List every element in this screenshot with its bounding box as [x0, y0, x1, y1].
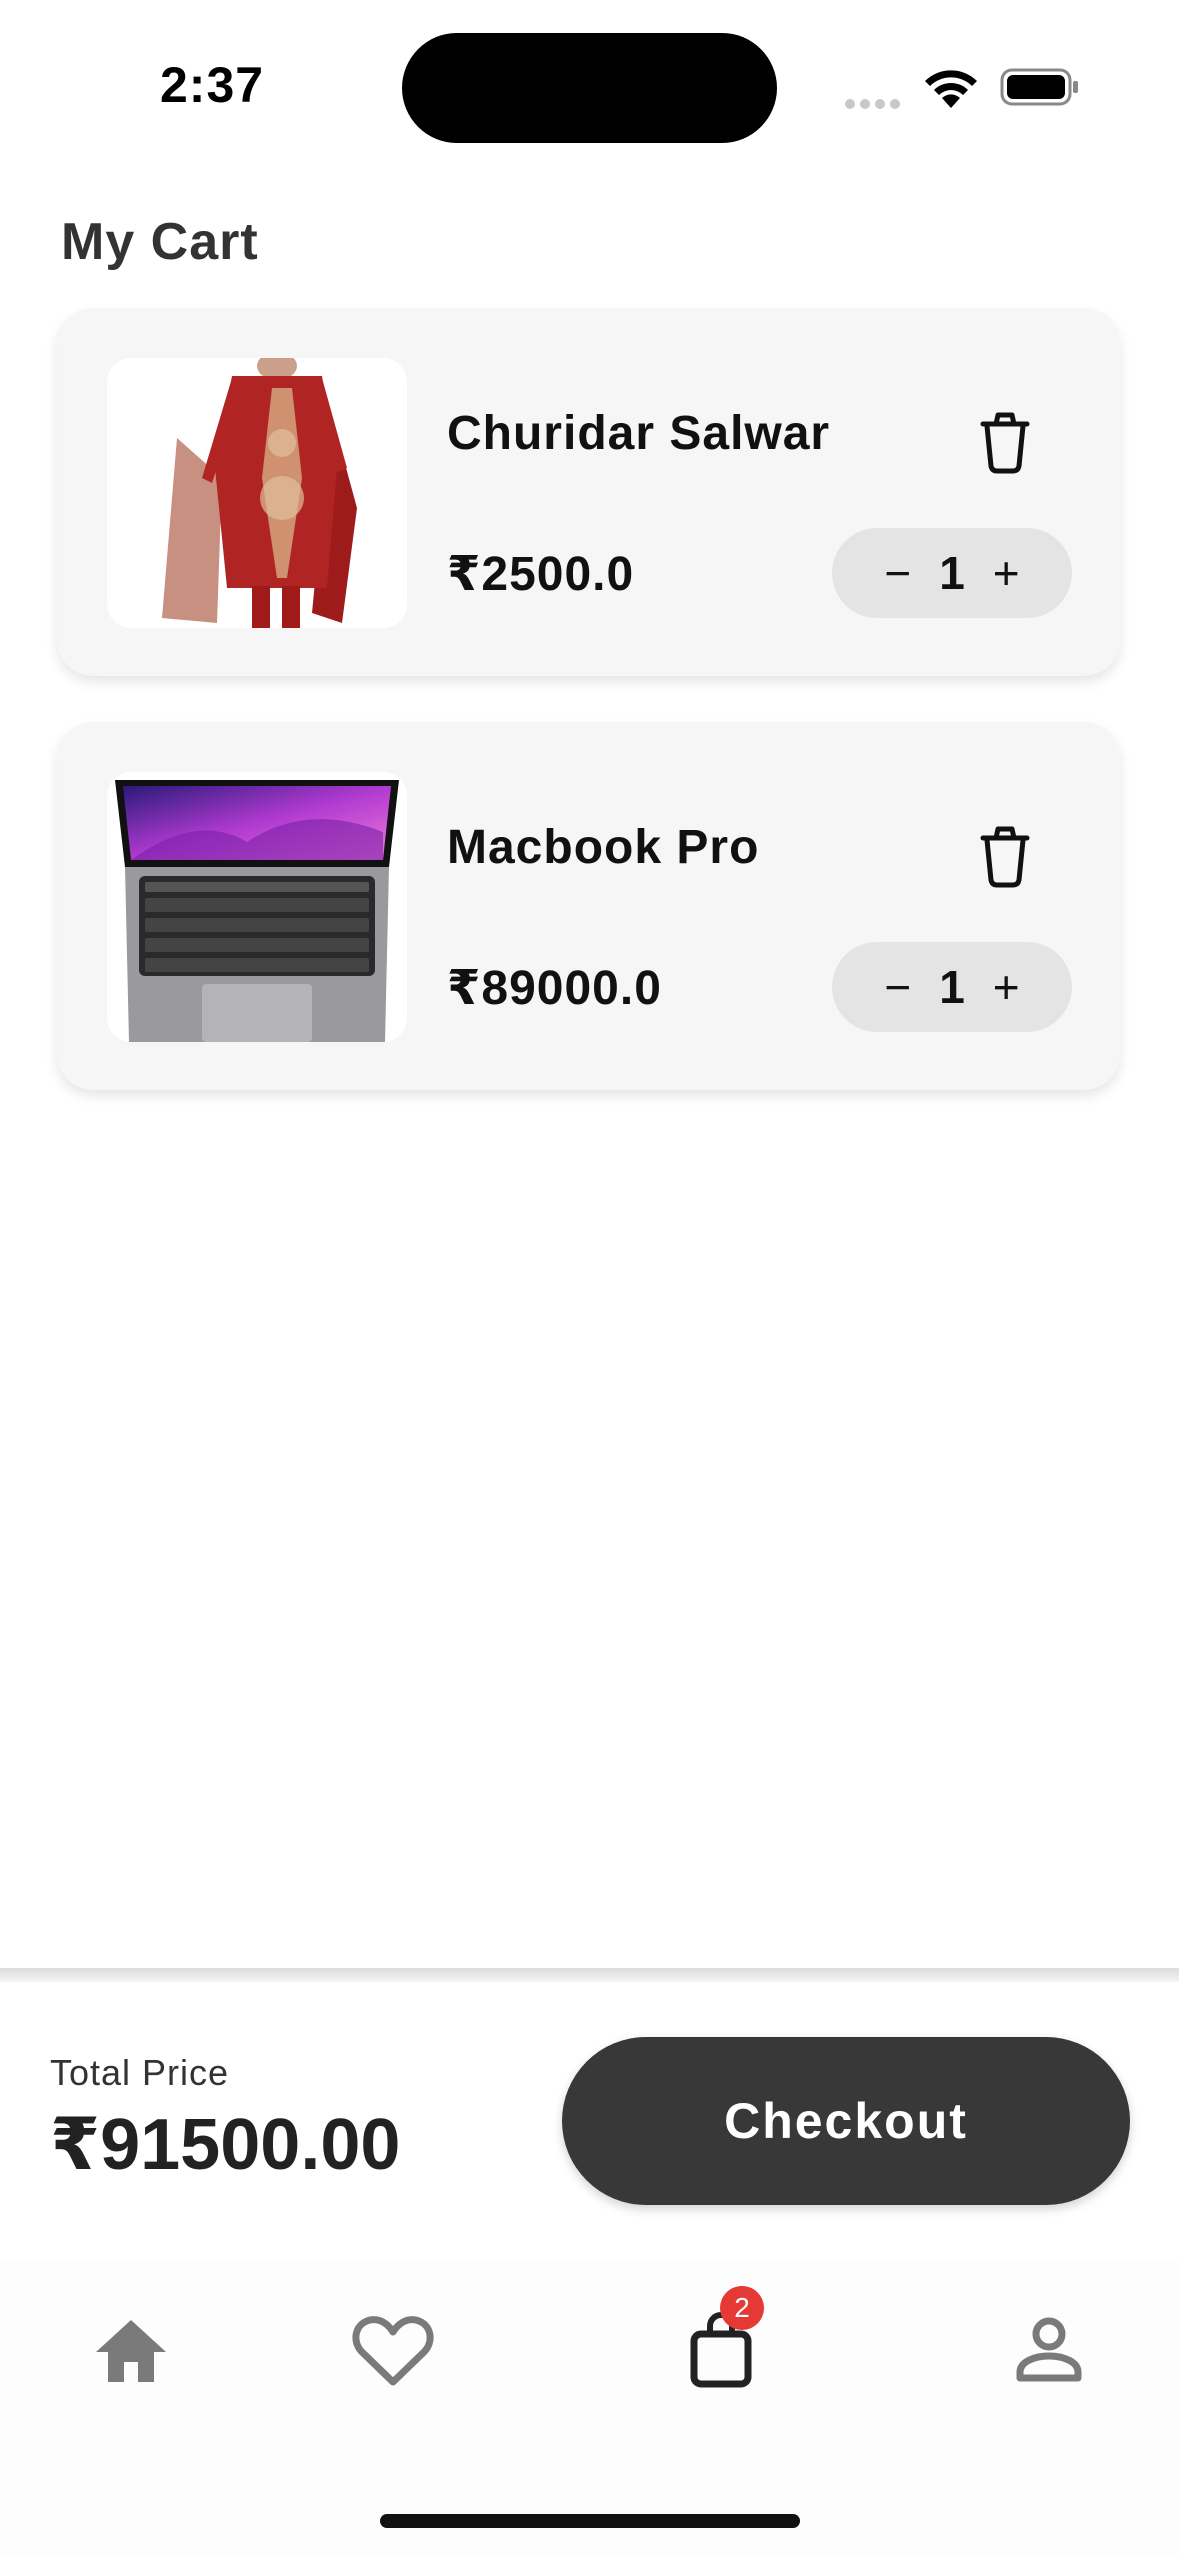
- macbook-pro-image: [107, 772, 407, 1042]
- status-time: 2:37: [160, 57, 265, 113]
- increment-button[interactable]: +: [993, 964, 1020, 1010]
- page-title: My Cart: [61, 213, 259, 271]
- increment-button[interactable]: +: [993, 550, 1020, 596]
- total-price-label: Total Price: [50, 2052, 230, 2093]
- status-bar: 2:37: [0, 0, 1179, 150]
- decrement-button[interactable]: −: [884, 550, 911, 596]
- trash-icon[interactable]: [969, 404, 1041, 476]
- churidar-salwar-image: [107, 358, 407, 628]
- cart-item-card: Macbook Pro ₹89000.0 − 1 +: [57, 722, 1120, 1090]
- cart-item-card: Churidar Salwar ₹2500.0 − 1 +: [57, 308, 1120, 676]
- cart-count-badge: 2: [720, 2286, 764, 2330]
- order-summary: Total Price ₹91500.00 Checkout: [0, 1982, 1179, 2262]
- trash-icon[interactable]: [969, 818, 1041, 890]
- item-price: ₹89000.0: [447, 962, 662, 1015]
- home-indicator: [380, 2514, 800, 2528]
- item-price: ₹2500.0: [447, 548, 635, 601]
- cellular-signal-icon: [845, 96, 905, 109]
- total-price-value: ₹91500.00: [50, 2105, 401, 2185]
- quantity-stepper: − 1 +: [832, 942, 1072, 1032]
- dynamic-island: [402, 33, 777, 143]
- cart-nav-item[interactable]: 2: [676, 2286, 766, 2396]
- item-name: Macbook Pro: [447, 821, 760, 874]
- bottom-navigation: 2: [0, 2262, 1179, 2556]
- quantity-value: 1: [939, 547, 965, 599]
- decrement-button[interactable]: −: [884, 964, 911, 1010]
- person-icon[interactable]: [1004, 2306, 1094, 2396]
- checkout-button[interactable]: Checkout: [562, 2037, 1130, 2205]
- quantity-stepper: − 1 +: [832, 528, 1072, 618]
- home-icon[interactable]: [86, 2306, 176, 2396]
- summary-divider: [0, 1968, 1179, 1982]
- heart-icon[interactable]: [348, 2306, 438, 2396]
- wifi-icon: [925, 70, 977, 108]
- item-name: Churidar Salwar: [447, 407, 831, 460]
- quantity-value: 1: [939, 961, 965, 1013]
- battery-icon: [1000, 68, 1078, 106]
